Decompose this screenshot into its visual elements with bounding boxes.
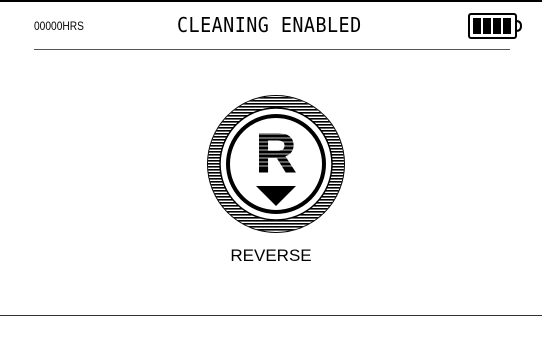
footer-divider: [0, 315, 542, 316]
battery-cell: [493, 18, 501, 34]
reverse-mode-icon: R: [207, 95, 345, 233]
status-title: CLEANING ENABLED: [177, 13, 362, 37]
mode-letter: R: [256, 121, 296, 184]
battery-cell: [473, 18, 481, 34]
top-border: [0, 0, 542, 2]
battery-cell: [503, 18, 511, 34]
header-divider: [34, 49, 510, 50]
mode-label: REVERSE: [230, 246, 312, 265]
battery-cell: [483, 18, 491, 34]
hour-meter: 00000HRS: [34, 19, 84, 33]
display-screen: 00000HRS CLEANING ENABLED R REVERSE: [0, 0, 542, 360]
battery-full-icon: [468, 13, 522, 39]
